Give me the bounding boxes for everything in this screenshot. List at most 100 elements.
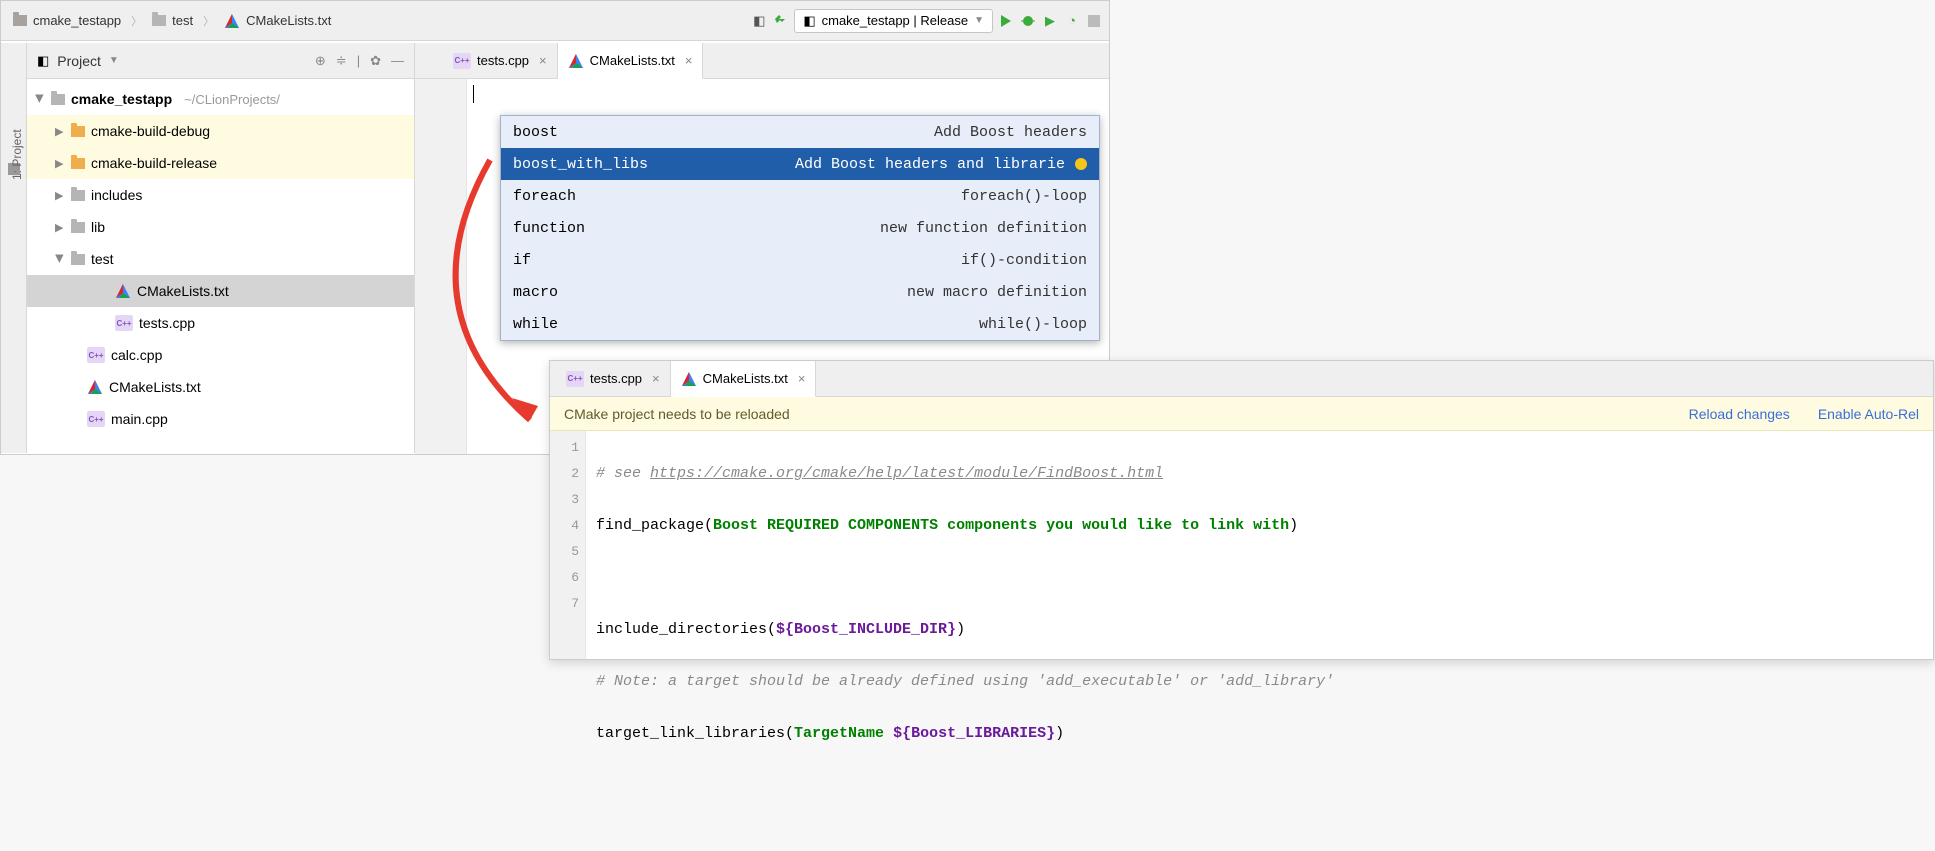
ide-bottom-window: C++ tests.cpp × CMakeLists.txt × CMake p…: [549, 360, 1934, 660]
tree-item-label: calc.cpp: [111, 347, 162, 363]
code-close: ): [956, 621, 965, 638]
tree-root[interactable]: ▶ cmake_testapp ~/CLionProjects/: [27, 83, 414, 115]
tree-includes[interactable]: ▶ includes: [27, 179, 414, 211]
debug-button[interactable]: [1019, 12, 1037, 30]
autocomplete-item-if[interactable]: if if()-condition: [501, 244, 1099, 276]
arrow-down-icon[interactable]: ▶: [34, 94, 47, 104]
run-with-coverage-button[interactable]: ▶: [1041, 12, 1059, 30]
cpp-file-icon: C++: [566, 371, 584, 387]
tab-cmakelists[interactable]: CMakeLists.txt ×: [558, 43, 704, 79]
tree-item-label: tests.cpp: [139, 315, 195, 331]
cpp-file-icon: C++: [87, 347, 105, 363]
target-icon[interactable]: ⊕: [315, 53, 326, 69]
folder-icon: [71, 158, 85, 169]
chevron-down-icon[interactable]: ▼: [109, 55, 119, 66]
window-mode-icon[interactable]: ◧: [750, 12, 768, 30]
run-button[interactable]: [997, 12, 1015, 30]
minimize-icon[interactable]: —: [391, 53, 404, 69]
arrow-right-icon[interactable]: ▶: [55, 221, 65, 234]
breadcrumb-test-label: test: [172, 13, 193, 28]
run-config-selector[interactable]: ◧ cmake_testapp | Release ▼: [794, 9, 993, 33]
tab-label: CMakeLists.txt: [590, 53, 675, 68]
tab-cmakelists-bottom[interactable]: CMakeLists.txt ×: [671, 361, 817, 397]
tool-window-bar: 1: Project: [1, 43, 27, 453]
run-config-icon: ◧: [803, 13, 815, 29]
project-tree-header: ◧ Project ▼ ⊕ ≑ | ✿ —: [27, 43, 414, 79]
tree-test-cmakelists[interactable]: CMakeLists.txt: [27, 275, 414, 307]
autocomplete-item-foreach[interactable]: foreach foreach()-loop: [501, 180, 1099, 212]
code-var: ${Boost_INCLUDE_DIR}: [776, 621, 956, 638]
arrow-right-icon[interactable]: ▶: [55, 189, 65, 202]
close-icon[interactable]: ×: [652, 371, 660, 386]
cmake-icon: [115, 283, 131, 299]
autocomplete-desc: while()-loop: [979, 316, 1087, 333]
close-icon[interactable]: ×: [685, 53, 693, 68]
autocomplete-desc: new macro definition: [907, 284, 1087, 301]
close-icon[interactable]: ×: [798, 371, 806, 386]
tree-calc-cpp[interactable]: C++ calc.cpp: [27, 339, 414, 371]
line-number: 2: [550, 461, 579, 487]
tree-cmake-build-release[interactable]: ▶ cmake-build-release: [27, 147, 414, 179]
tree-cmake-build-debug[interactable]: ▶ cmake-build-debug: [27, 115, 414, 147]
autocomplete-name: while: [513, 316, 558, 333]
tree-test[interactable]: ▶ test: [27, 243, 414, 275]
tab-label: tests.cpp: [590, 371, 642, 386]
code-arg: TargetName: [794, 725, 893, 742]
breadcrumb-root[interactable]: cmake_testapp: [7, 11, 127, 30]
folder-icon: [152, 15, 166, 26]
reload-changes-link[interactable]: Reload changes: [1689, 406, 1790, 422]
breadcrumb-file[interactable]: CMakeLists.txt: [218, 11, 337, 31]
project-tool-tab[interactable]: 1: Project: [10, 100, 24, 180]
breadcrumb-test[interactable]: test: [146, 11, 199, 30]
breadcrumb-root-label: cmake_testapp: [33, 13, 121, 28]
tree-lib[interactable]: ▶ lib: [27, 211, 414, 243]
tree-item-label: cmake-build-release: [91, 155, 217, 171]
tree-root-label: cmake_testapp: [71, 91, 172, 107]
autocomplete-item-while[interactable]: while while()-loop: [501, 308, 1099, 340]
code-comment: # see https://cmake.org/cmake/help/lates…: [596, 465, 1163, 482]
arrow-right-icon[interactable]: ▶: [55, 157, 65, 170]
editor-tabs-bottom: C++ tests.cpp × CMakeLists.txt ×: [550, 361, 1933, 397]
cmake-icon: [568, 53, 584, 69]
autocomplete-name: boost_with_libs: [513, 156, 648, 173]
chevron-right-icon: 〉: [203, 13, 214, 29]
tree-test-tests-cpp[interactable]: C++ tests.cpp: [27, 307, 414, 339]
navbar: cmake_testapp 〉 test 〉 CMakeLists.txt ◧ …: [1, 1, 1109, 41]
breadcrumb-file-label: CMakeLists.txt: [246, 13, 331, 28]
tree-root-cmakelists[interactable]: CMakeLists.txt: [27, 371, 414, 403]
autocomplete-item-macro[interactable]: macro new macro definition: [501, 276, 1099, 308]
code-close: ): [1289, 517, 1298, 534]
tree-item-label: CMakeLists.txt: [137, 283, 229, 299]
tree-item-label: includes: [91, 187, 142, 203]
project-tree-icon: ◧: [37, 53, 49, 69]
tab-tests-cpp-bottom[interactable]: C++ tests.cpp ×: [556, 361, 671, 396]
tab-tests-cpp[interactable]: C++ tests.cpp ×: [443, 43, 558, 78]
cpp-file-icon: C++: [115, 315, 133, 331]
arrow-down-icon[interactable]: ▶: [54, 254, 67, 264]
editor-gutter: [415, 79, 467, 454]
code-body[interactable]: # see https://cmake.org/cmake/help/lates…: [586, 431, 1344, 659]
autocomplete-item-function[interactable]: function new function definition: [501, 212, 1099, 244]
project-tree-tools: ⊕ ≑ | ✿ —: [315, 53, 404, 69]
autocomplete-desc: Add Boost headers: [934, 124, 1087, 141]
arrow-right-icon[interactable]: ▶: [55, 125, 65, 138]
tree-item-label: cmake-build-debug: [91, 123, 210, 139]
build-icon[interactable]: [772, 12, 790, 30]
profile-button[interactable]: ◔: [1063, 12, 1081, 30]
chevron-right-icon: 〉: [131, 13, 142, 29]
project-tree-panel: ◧ Project ▼ ⊕ ≑ | ✿ — ▶ cmake_testapp ~/…: [27, 43, 415, 453]
autocomplete-name: function: [513, 220, 585, 237]
autocomplete-item-boost-with-libs[interactable]: boost_with_libs Add Boost headers and li…: [501, 148, 1099, 180]
gear-icon[interactable]: ✿: [370, 53, 381, 69]
tree-main-cpp[interactable]: C++ main.cpp: [27, 403, 414, 435]
project-tree-title[interactable]: Project: [57, 53, 101, 69]
run-config-label: cmake_testapp | Release: [822, 13, 968, 28]
enable-auto-reload-link[interactable]: Enable Auto-Rel: [1818, 406, 1919, 422]
close-icon[interactable]: ×: [539, 53, 547, 68]
project-folder-icon: [51, 94, 65, 105]
autocomplete-item-boost[interactable]: boost Add Boost headers: [501, 116, 1099, 148]
autocomplete-name: foreach: [513, 188, 576, 205]
stop-button[interactable]: [1085, 12, 1103, 30]
collapse-icon[interactable]: ≑: [336, 53, 347, 69]
cmake-icon: [681, 371, 697, 387]
